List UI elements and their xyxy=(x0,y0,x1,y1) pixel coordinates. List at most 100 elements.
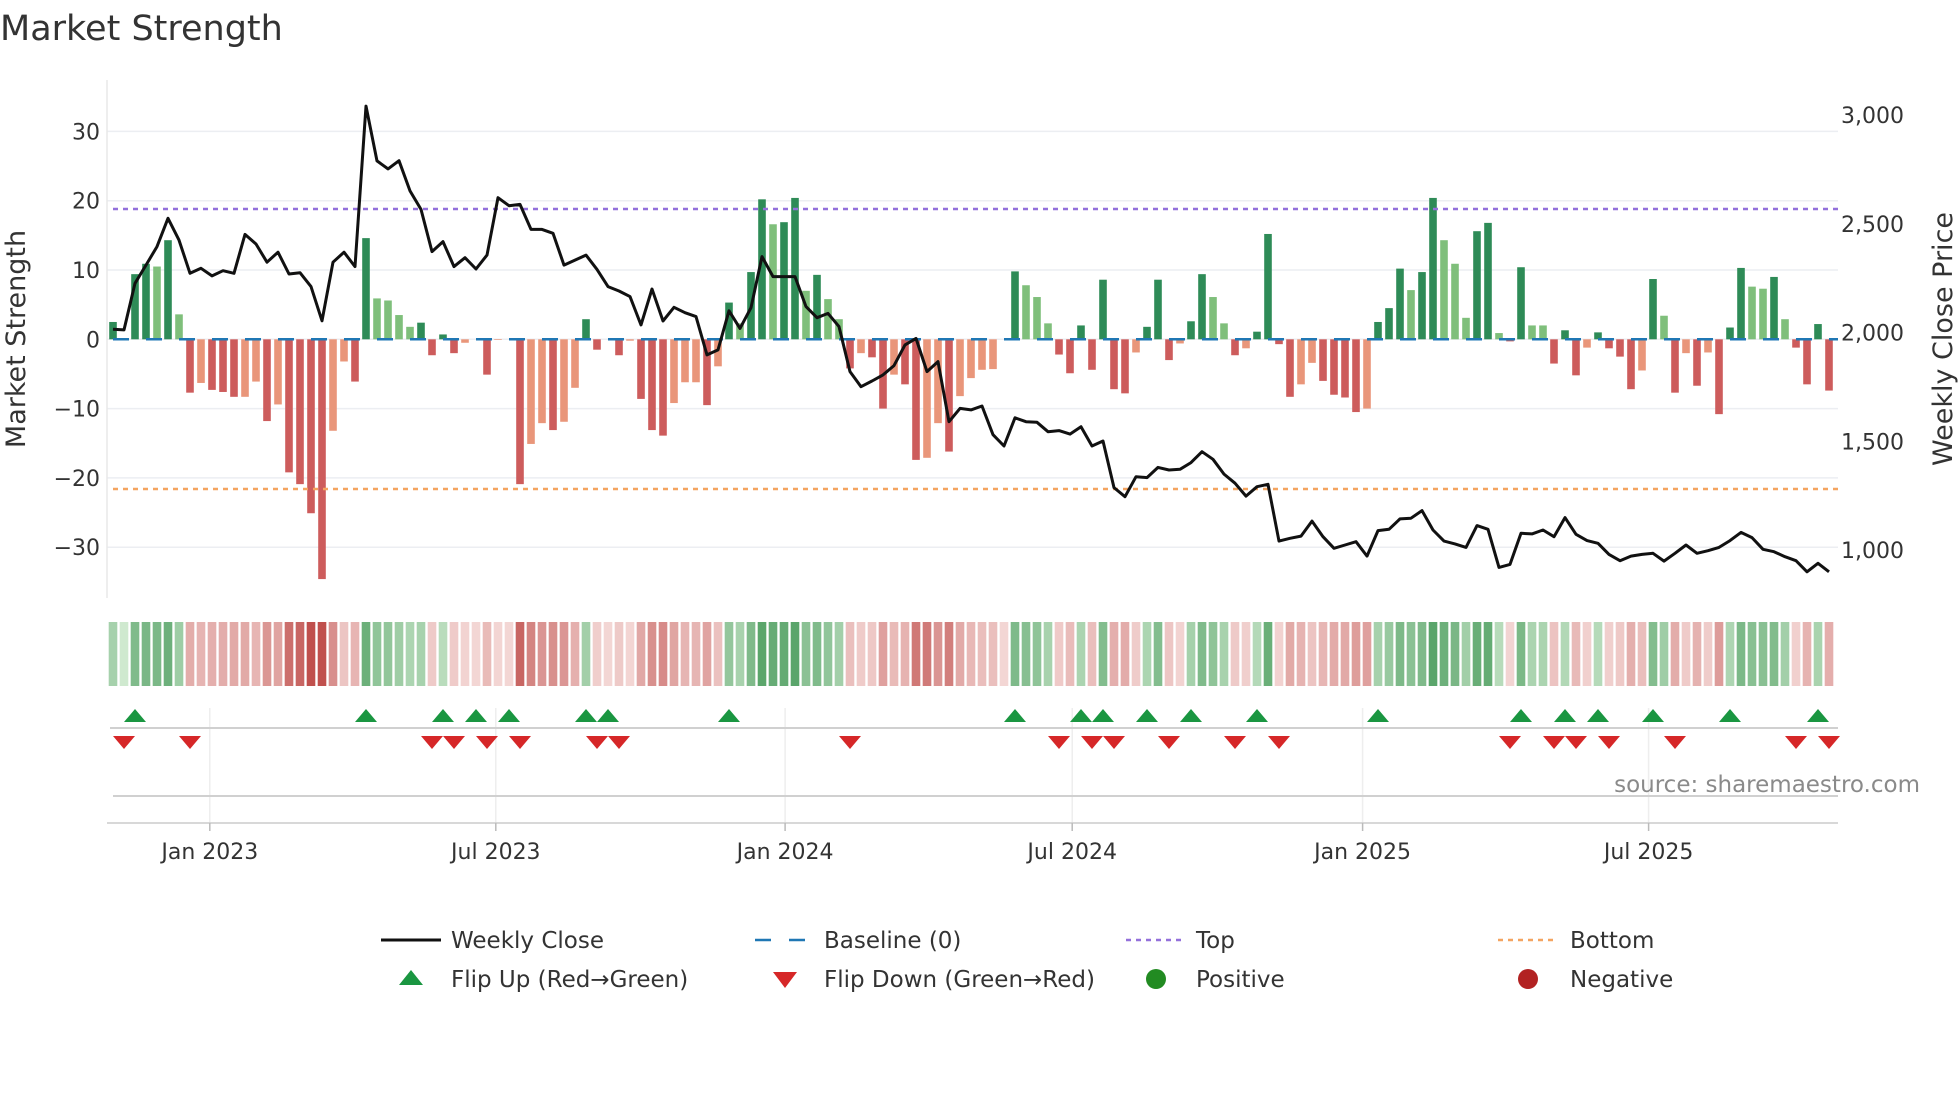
strip-cell xyxy=(724,622,734,686)
strength-bar xyxy=(1088,339,1096,370)
strip-cell xyxy=(1560,622,1570,686)
flip-down-marker xyxy=(1268,736,1290,749)
flip-down-marker xyxy=(476,736,498,749)
strip-cell xyxy=(493,622,503,686)
strength-bar xyxy=(142,263,150,340)
strength-bar xyxy=(362,238,370,340)
flip-down-marker xyxy=(608,736,630,749)
strip-cell xyxy=(1131,622,1141,686)
strength-bar xyxy=(164,240,172,340)
strip-cell xyxy=(757,622,767,686)
strength-bar xyxy=(1682,339,1690,354)
strength-bar xyxy=(1517,267,1525,340)
strength-bar xyxy=(857,339,865,354)
flip-down-marker xyxy=(509,736,531,749)
flip-up-marker xyxy=(1367,709,1389,722)
legend-item: Top xyxy=(1126,928,1235,954)
strip-cell xyxy=(449,622,459,686)
strip-cell xyxy=(1813,622,1823,686)
strip-cell xyxy=(1582,622,1592,686)
strength-bar xyxy=(208,339,216,390)
strip-cell xyxy=(1186,622,1196,686)
strength-bar xyxy=(945,339,953,452)
strip-cell xyxy=(1098,622,1108,686)
strip-cell xyxy=(119,622,129,686)
strip-cell xyxy=(427,622,437,686)
strip-cell xyxy=(229,622,239,686)
strength-bar xyxy=(582,319,590,340)
strength-bar xyxy=(637,339,645,399)
legend-label: Flip Down (Green→Red) xyxy=(824,967,1095,993)
y2-tick-label: 2,500 xyxy=(1841,213,1904,238)
x-tick-label: Jul 2025 xyxy=(1602,840,1694,865)
strip-cell xyxy=(1714,622,1724,686)
strip-cell xyxy=(570,622,580,686)
strip-cell xyxy=(823,622,833,686)
strength-bar xyxy=(1385,308,1393,340)
strip-cell xyxy=(592,622,602,686)
strength-bar xyxy=(659,339,667,436)
strength-bar xyxy=(1616,339,1624,357)
strip-cell xyxy=(944,622,954,686)
strength-bar xyxy=(219,339,227,392)
strength-bar xyxy=(1759,288,1767,340)
y2-tick-label: 1,500 xyxy=(1841,430,1904,455)
strip-cell xyxy=(1527,622,1537,686)
strip-cell xyxy=(1065,622,1075,686)
strength-bar xyxy=(1572,339,1580,376)
strength-bar xyxy=(769,224,777,340)
strip-cell xyxy=(482,622,492,686)
flip-up-marker xyxy=(1180,709,1202,722)
strip-cell xyxy=(141,622,151,686)
strength-bar xyxy=(813,274,821,340)
y-tick-label: 30 xyxy=(72,120,100,145)
strength-bar xyxy=(1132,339,1140,353)
strip-cell xyxy=(1758,622,1768,686)
legend-label: Bottom xyxy=(1570,928,1654,954)
triangle-down-icon xyxy=(773,972,797,988)
legend-label: Top xyxy=(1195,928,1235,954)
y-tick-label: −20 xyxy=(54,467,100,492)
strength-bar xyxy=(1033,297,1041,340)
strip-cell xyxy=(1241,622,1251,686)
strip-cell xyxy=(955,622,965,686)
strength-bar xyxy=(1748,286,1756,340)
x-tick-label: Jul 2024 xyxy=(1025,840,1117,865)
y-tick-label: 0 xyxy=(86,328,100,353)
strip-cell xyxy=(614,622,624,686)
strip-cell xyxy=(999,622,1009,686)
strip-cell xyxy=(1252,622,1262,686)
strength-bar xyxy=(791,197,799,340)
strip-cell xyxy=(1043,622,1053,686)
strength-bar xyxy=(1154,279,1162,340)
strength-bar xyxy=(868,339,876,358)
flip-up-marker xyxy=(1554,709,1576,722)
strip-cell xyxy=(1428,622,1438,686)
strength-bar xyxy=(1220,323,1228,340)
flip-down-marker xyxy=(1664,736,1686,749)
strip-cell xyxy=(108,622,118,686)
strength-bar xyxy=(1121,339,1129,394)
strength-bars xyxy=(109,197,1833,580)
strip-cell xyxy=(1274,622,1284,686)
strength-bar xyxy=(241,339,249,397)
strip-cell xyxy=(636,622,646,686)
strip-cell xyxy=(537,622,547,686)
strength-bar xyxy=(780,222,788,340)
left-axis-title: Market Strength xyxy=(1,230,32,448)
strip-cell xyxy=(350,622,360,686)
strip-cell xyxy=(1351,622,1361,686)
strip-cell xyxy=(746,622,756,686)
strength-bar xyxy=(1770,276,1778,340)
strength-bar xyxy=(373,298,381,340)
strip-cell xyxy=(1230,622,1240,686)
flip-down-marker xyxy=(1543,736,1565,749)
strip-cell xyxy=(196,622,206,686)
strip-cell xyxy=(240,622,250,686)
strength-bar xyxy=(1363,339,1371,409)
strength-bar xyxy=(1660,315,1668,340)
strip-cell xyxy=(702,622,712,686)
strength-bar xyxy=(681,339,689,383)
strip-cell xyxy=(1725,622,1735,686)
flip-down-marker xyxy=(1785,736,1807,749)
